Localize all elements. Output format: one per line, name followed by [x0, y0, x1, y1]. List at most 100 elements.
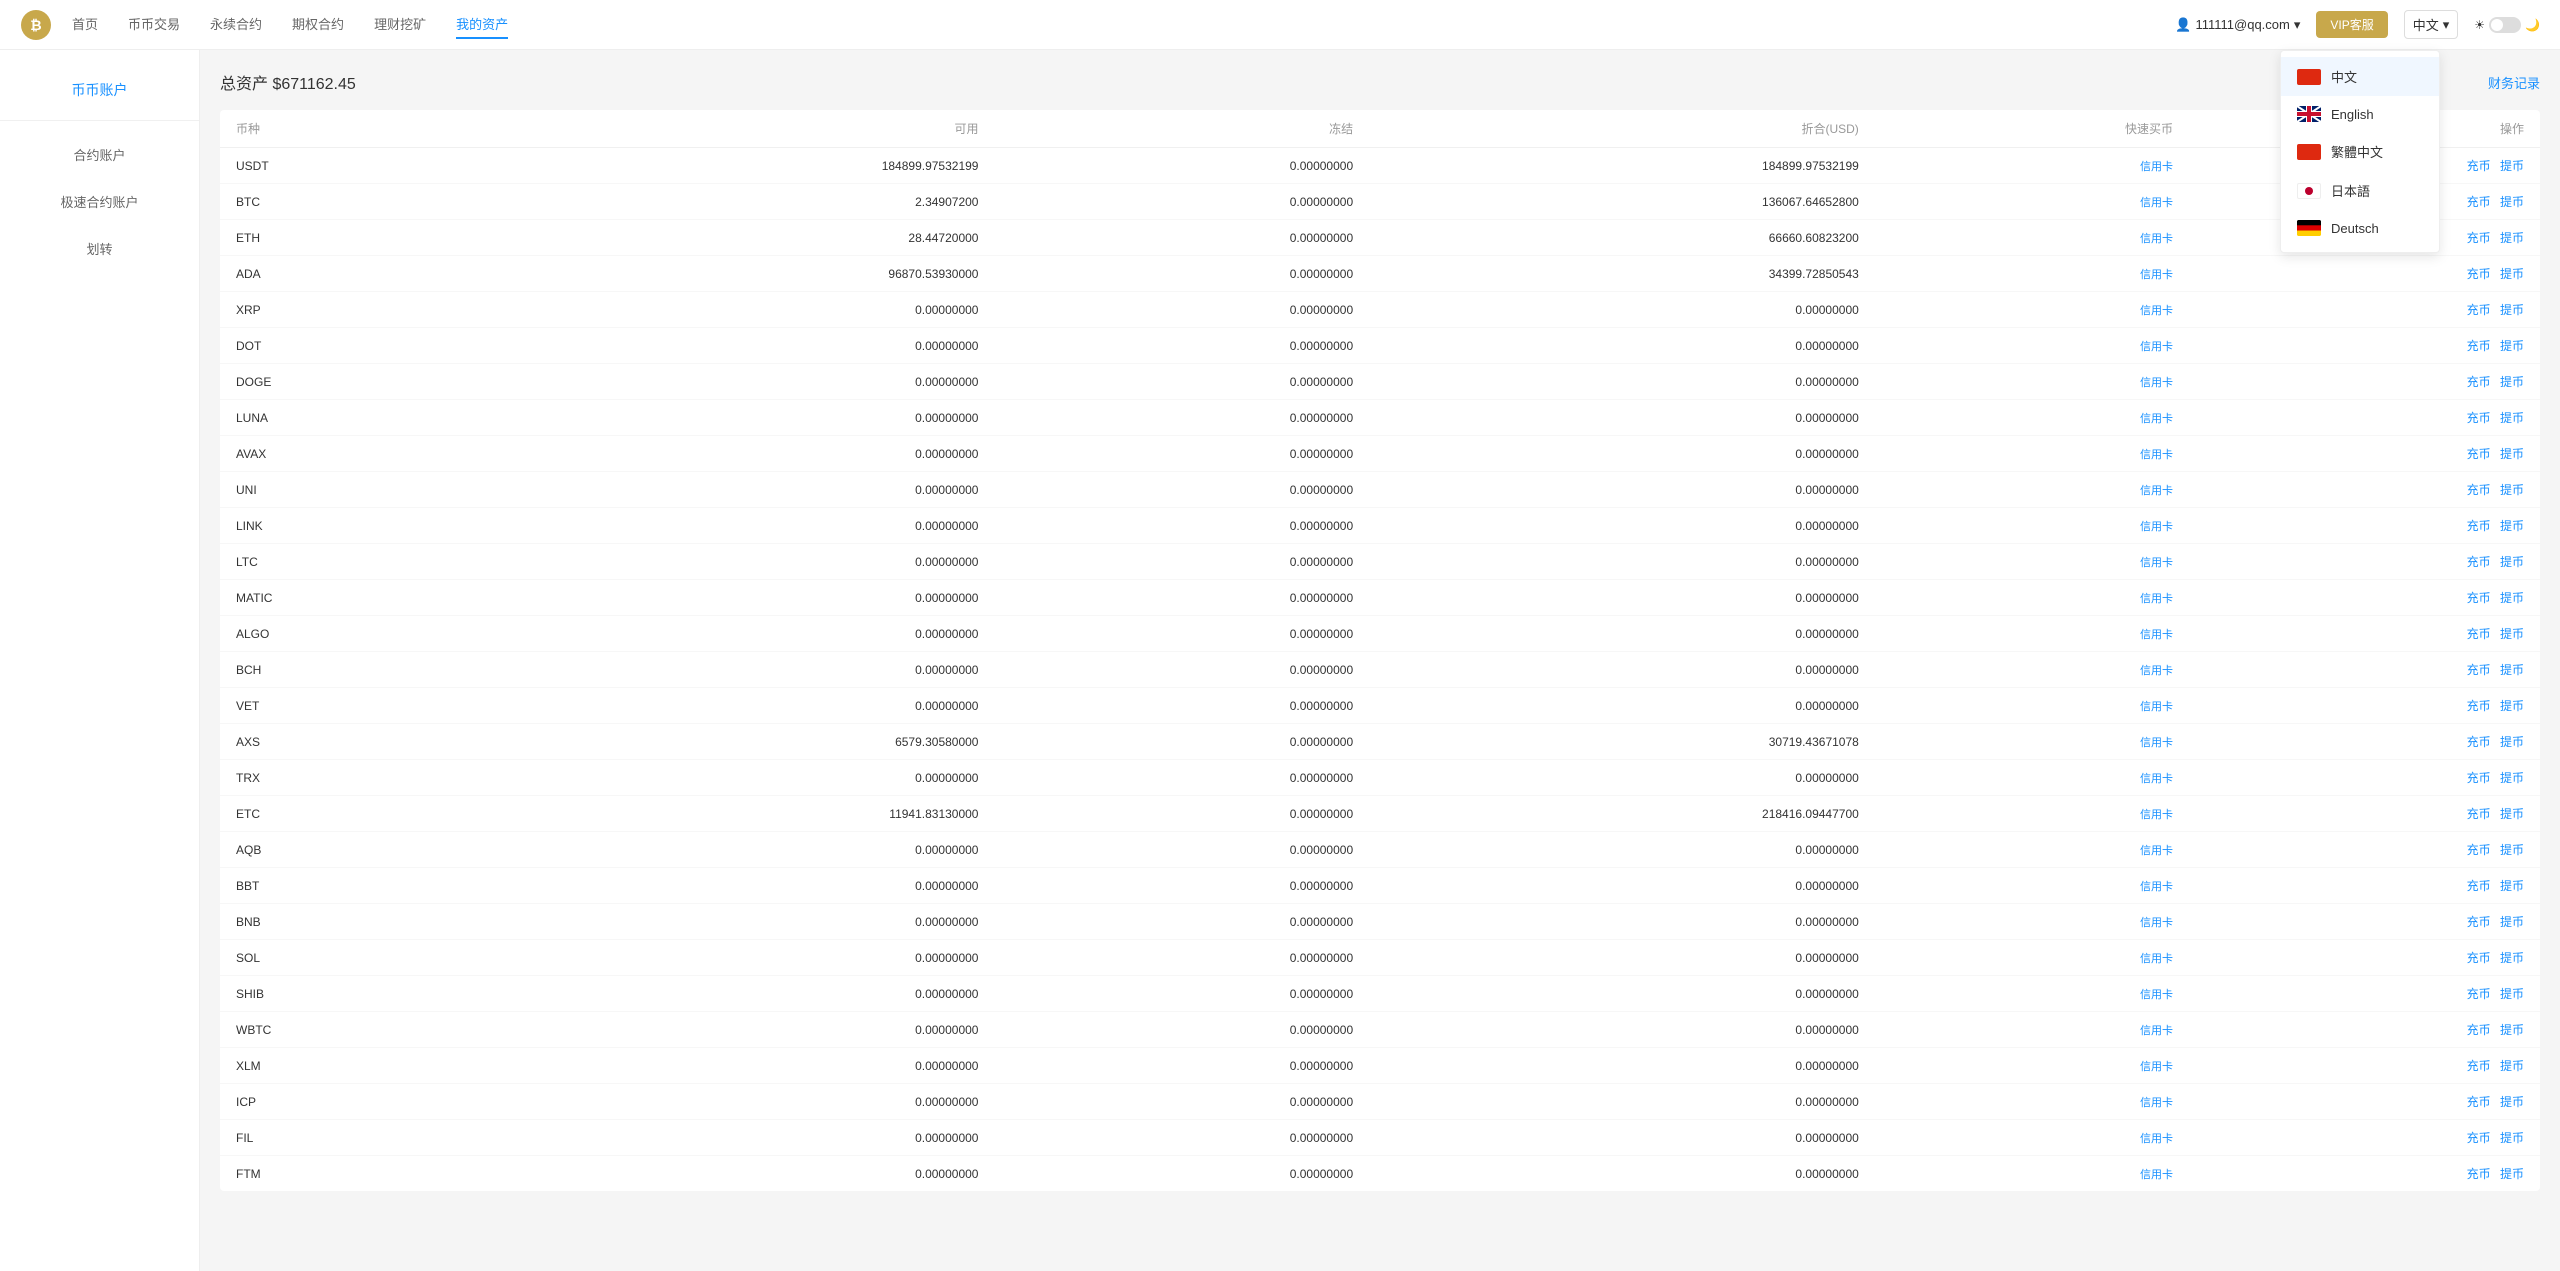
deposit-link[interactable]: 充币 — [2467, 1131, 2491, 1145]
withdraw-link[interactable]: 提币 — [2500, 699, 2524, 713]
deposit-link[interactable]: 充币 — [2467, 267, 2491, 281]
credit-card-tag[interactable]: 信用卡 — [2140, 161, 2173, 173]
deposit-link[interactable]: 充币 — [2467, 699, 2491, 713]
deposit-link[interactable]: 充币 — [2467, 411, 2491, 425]
credit-card-tag[interactable]: 信用卡 — [2140, 809, 2173, 821]
withdraw-link[interactable]: 提币 — [2500, 807, 2524, 821]
financial-records-link[interactable]: 财务记录 — [2488, 73, 2540, 92]
deposit-link[interactable]: 充币 — [2467, 303, 2491, 317]
nav-options[interactable]: 期权合约 — [292, 10, 344, 39]
sidebar-item-turbo[interactable]: 极速合约账户 — [0, 178, 199, 225]
deposit-link[interactable]: 充币 — [2467, 591, 2491, 605]
credit-card-tag[interactable]: 信用卡 — [2140, 413, 2173, 425]
deposit-link[interactable]: 充币 — [2467, 735, 2491, 749]
lang-option-de[interactable]: Deutsch — [2281, 210, 2439, 246]
credit-card-tag[interactable]: 信用卡 — [2140, 1061, 2173, 1073]
credit-card-tag[interactable]: 信用卡 — [2140, 845, 2173, 857]
credit-card-tag[interactable]: 信用卡 — [2140, 557, 2173, 569]
withdraw-link[interactable]: 提币 — [2500, 303, 2524, 317]
withdraw-link[interactable]: 提币 — [2500, 1059, 2524, 1073]
withdraw-link[interactable]: 提币 — [2500, 519, 2524, 533]
withdraw-link[interactable]: 提币 — [2500, 339, 2524, 353]
credit-card-tag[interactable]: 信用卡 — [2140, 305, 2173, 317]
withdraw-link[interactable]: 提币 — [2500, 1095, 2524, 1109]
deposit-link[interactable]: 充币 — [2467, 1167, 2491, 1181]
deposit-link[interactable]: 充币 — [2467, 843, 2491, 857]
deposit-link[interactable]: 充币 — [2467, 663, 2491, 677]
withdraw-link[interactable]: 提币 — [2500, 231, 2524, 245]
nav-assets[interactable]: 我的资产 — [456, 10, 508, 39]
user-info[interactable]: 👤 111111@qq.com ▾ — [2175, 17, 2300, 33]
withdraw-link[interactable]: 提币 — [2500, 915, 2524, 929]
withdraw-link[interactable]: 提币 — [2500, 267, 2524, 281]
credit-card-tag[interactable]: 信用卡 — [2140, 629, 2173, 641]
deposit-link[interactable]: 充币 — [2467, 879, 2491, 893]
withdraw-link[interactable]: 提币 — [2500, 879, 2524, 893]
withdraw-link[interactable]: 提币 — [2500, 591, 2524, 605]
credit-card-tag[interactable]: 信用卡 — [2140, 773, 2173, 785]
withdraw-link[interactable]: 提币 — [2500, 771, 2524, 785]
toggle-switch[interactable] — [2489, 17, 2521, 33]
withdraw-link[interactable]: 提币 — [2500, 987, 2524, 1001]
deposit-link[interactable]: 充币 — [2467, 555, 2491, 569]
credit-card-tag[interactable]: 信用卡 — [2140, 1097, 2173, 1109]
deposit-link[interactable]: 充币 — [2467, 447, 2491, 461]
lang-selector[interactable]: 中文 ▾ — [2404, 10, 2459, 39]
deposit-link[interactable]: 充币 — [2467, 519, 2491, 533]
credit-card-tag[interactable]: 信用卡 — [2140, 1025, 2173, 1037]
credit-card-tag[interactable]: 信用卡 — [2140, 197, 2173, 209]
nav-mining[interactable]: 理财挖矿 — [374, 10, 426, 39]
nav-spot[interactable]: 币币交易 — [128, 10, 180, 39]
withdraw-link[interactable]: 提币 — [2500, 195, 2524, 209]
credit-card-tag[interactable]: 信用卡 — [2140, 953, 2173, 965]
lang-option-cn[interactable]: 中文 — [2281, 57, 2439, 96]
credit-card-tag[interactable]: 信用卡 — [2140, 881, 2173, 893]
withdraw-link[interactable]: 提币 — [2500, 951, 2524, 965]
deposit-link[interactable]: 充币 — [2467, 339, 2491, 353]
deposit-link[interactable]: 充币 — [2467, 483, 2491, 497]
credit-card-tag[interactable]: 信用卡 — [2140, 665, 2173, 677]
lang-option-en[interactable]: English — [2281, 96, 2439, 132]
credit-card-tag[interactable]: 信用卡 — [2140, 269, 2173, 281]
withdraw-link[interactable]: 提币 — [2500, 843, 2524, 857]
deposit-link[interactable]: 充币 — [2467, 1095, 2491, 1109]
credit-card-tag[interactable]: 信用卡 — [2140, 1133, 2173, 1145]
credit-card-tag[interactable]: 信用卡 — [2140, 701, 2173, 713]
credit-card-tag[interactable]: 信用卡 — [2140, 593, 2173, 605]
credit-card-tag[interactable]: 信用卡 — [2140, 1169, 2173, 1181]
deposit-link[interactable]: 充币 — [2467, 1059, 2491, 1073]
deposit-link[interactable]: 充币 — [2467, 807, 2491, 821]
credit-card-tag[interactable]: 信用卡 — [2140, 521, 2173, 533]
withdraw-link[interactable]: 提币 — [2500, 627, 2524, 641]
nav-home[interactable]: 首页 — [72, 10, 98, 39]
credit-card-tag[interactable]: 信用卡 — [2140, 449, 2173, 461]
deposit-link[interactable]: 充币 — [2467, 1023, 2491, 1037]
credit-card-tag[interactable]: 信用卡 — [2140, 233, 2173, 245]
credit-card-tag[interactable]: 信用卡 — [2140, 377, 2173, 389]
lang-option-tw[interactable]: 繁體中文 — [2281, 132, 2439, 171]
withdraw-link[interactable]: 提币 — [2500, 411, 2524, 425]
deposit-link[interactable]: 充币 — [2467, 987, 2491, 1001]
withdraw-link[interactable]: 提币 — [2500, 663, 2524, 677]
credit-card-tag[interactable]: 信用卡 — [2140, 917, 2173, 929]
deposit-link[interactable]: 充币 — [2467, 771, 2491, 785]
withdraw-link[interactable]: 提币 — [2500, 555, 2524, 569]
withdraw-link[interactable]: 提币 — [2500, 483, 2524, 497]
sidebar-title[interactable]: 币币账户 — [0, 70, 199, 121]
deposit-link[interactable]: 充币 — [2467, 915, 2491, 929]
deposit-link[interactable]: 充币 — [2467, 951, 2491, 965]
sidebar-item-contract[interactable]: 合约账户 — [0, 131, 199, 178]
sidebar-item-transfer[interactable]: 划转 — [0, 225, 199, 272]
credit-card-tag[interactable]: 信用卡 — [2140, 989, 2173, 1001]
deposit-link[interactable]: 充币 — [2467, 231, 2491, 245]
withdraw-link[interactable]: 提币 — [2500, 447, 2524, 461]
credit-card-tag[interactable]: 信用卡 — [2140, 485, 2173, 497]
credit-card-tag[interactable]: 信用卡 — [2140, 341, 2173, 353]
vip-button[interactable]: VIP客服 — [2316, 11, 2387, 38]
lang-option-jp[interactable]: 日本語 — [2281, 171, 2439, 210]
theme-toggle[interactable]: ☀ 🌙 — [2474, 17, 2540, 33]
withdraw-link[interactable]: 提币 — [2500, 375, 2524, 389]
withdraw-link[interactable]: 提币 — [2500, 1131, 2524, 1145]
withdraw-link[interactable]: 提币 — [2500, 1023, 2524, 1037]
nav-perpetual[interactable]: 永续合约 — [210, 10, 262, 39]
